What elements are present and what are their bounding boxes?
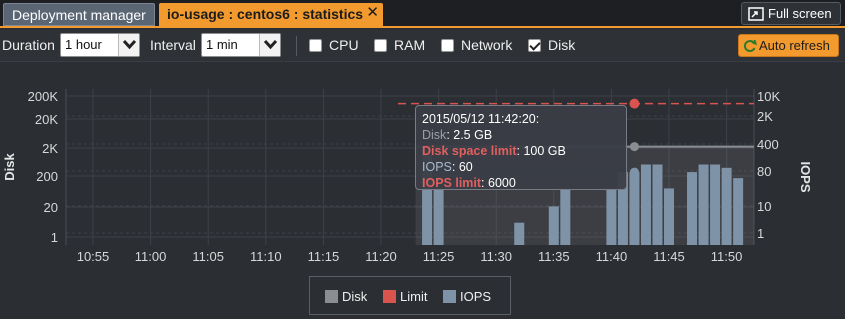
x-tick-label: 11:40 (596, 249, 628, 264)
x-tick-label: 11:15 (308, 249, 340, 264)
fullscreen-icon (748, 7, 764, 21)
x-tick-label: 11:35 (538, 249, 570, 264)
iops-bar (664, 188, 674, 245)
tab-deployment-manager[interactable]: Deployment manager (3, 3, 155, 26)
refresh-icon (744, 39, 757, 52)
right-tick-label: 10 (757, 199, 771, 214)
left-axis-title: Disk (2, 153, 17, 181)
toolbar-divider (296, 36, 297, 56)
statistics-chart: 10:55 11:00 11:05 11:10 11:15 11:20 11:25 11:30… (0, 63, 845, 319)
disk-checkbox[interactable] (528, 39, 541, 52)
iops-bar (733, 178, 744, 245)
tab-bar: Deployment manager io-usage : centos6 : … (0, 0, 845, 28)
x-tick-label: 11:50 (711, 249, 743, 264)
tooltip-iops-limit-label: IOPS limit (422, 176, 482, 190)
right-tick-label: 2K (757, 109, 773, 124)
cpu-label[interactable]: CPU (329, 37, 359, 53)
x-tick-label: 11:30 (480, 249, 512, 264)
disk-label[interactable]: Disk (548, 37, 575, 53)
disk-hover-marker (629, 142, 639, 152)
tooltip-iops-limit-value: : 6000 (481, 176, 516, 190)
iops-bar (433, 188, 444, 245)
legend-label-limit[interactable]: Limit (400, 289, 427, 304)
left-tick-label: 20 (44, 200, 58, 215)
network-label[interactable]: Network (461, 37, 512, 53)
x-tick-label: 11:05 (192, 249, 224, 264)
network-checkbox[interactable] (441, 39, 454, 52)
tooltip-disk-limit-value: : 100 GB (516, 144, 566, 158)
interval-value: 1 min (206, 37, 238, 52)
iops-bar (721, 167, 732, 245)
duration-label: Duration (2, 37, 55, 53)
left-tick-label: 200 (36, 169, 58, 184)
tooltip-iops-value: : 60 (451, 160, 473, 174)
tooltip-disk-limit-label: Disk space limit (422, 144, 517, 158)
left-tick-label: 200K (28, 89, 59, 104)
iops-bar (710, 164, 721, 245)
duration-select[interactable]: 1 hour (60, 33, 140, 57)
tooltip-disk-value: : 2.5 GB (446, 128, 493, 142)
interval-label: Interval (150, 37, 196, 53)
full-screen-button[interactable]: Full screen (741, 2, 841, 25)
ram-label[interactable]: RAM (394, 37, 425, 53)
legend-swatch-disk[interactable] (325, 290, 338, 303)
tooltip-disk-label: Disk (422, 128, 447, 142)
legend-label-iops[interactable]: IOPS (460, 289, 491, 304)
iops-bar (514, 222, 525, 245)
iops-bar (548, 206, 559, 245)
interval-select[interactable]: 1 min (201, 33, 281, 57)
chart-tooltip: 2015/05/12 11:42:20: Disk: 2.5 GB Disk s… (415, 105, 627, 190)
chart-legend: Disk Limit IOPS (309, 276, 511, 315)
close-icon[interactable]: ✕ (366, 3, 379, 22)
x-tick-label: 11:00 (135, 249, 167, 264)
x-tick-label: 11:10 (250, 249, 282, 264)
chevron-down-icon[interactable] (259, 34, 280, 56)
x-tick-label: 11:20 (365, 249, 397, 264)
x-tick-label: 11:45 (653, 249, 685, 264)
legend-swatch-iops[interactable] (443, 290, 456, 303)
tooltip-timestamp: 2015/05/12 11:42:20: (422, 112, 540, 126)
iops-bar (640, 164, 651, 245)
limit-hover-marker (629, 98, 640, 109)
iops-bar (629, 172, 640, 245)
right-tick-label: 400 (757, 137, 779, 152)
right-axis-title: IOPS (798, 161, 813, 192)
iops-bar (687, 172, 698, 245)
right-tick-label: 10K (757, 89, 780, 104)
auto-refresh-label: Auto refresh (759, 38, 830, 53)
iops-hover-marker (629, 167, 639, 177)
duration-value: 1 hour (65, 37, 102, 52)
legend-label-disk[interactable]: Disk (342, 289, 367, 304)
iops-bar (606, 188, 617, 245)
iops-bar (698, 164, 709, 245)
tab-title: io-usage : centos6 : statistics (167, 6, 364, 22)
left-tick-label: 2K (42, 141, 58, 156)
right-tick-label: 80 (757, 164, 771, 179)
tooltip-iops-label: IOPS (422, 160, 452, 174)
x-tick-label: 10:55 (77, 249, 110, 264)
full-screen-label: Full screen (768, 6, 832, 21)
left-tick-label: 1 (51, 230, 58, 245)
chevron-down-icon[interactable] (118, 34, 139, 56)
auto-refresh-button[interactable]: Auto refresh (738, 34, 839, 57)
legend-swatch-limit[interactable] (383, 290, 396, 303)
tab-io-usage-statistics[interactable]: io-usage : centos6 : statistics ✕ (159, 3, 383, 26)
ram-checkbox[interactable] (374, 39, 387, 52)
right-tick-label: 1 (757, 226, 764, 241)
left-tick-label: 20K (35, 112, 58, 127)
iops-bar (560, 188, 571, 245)
iops-bar (652, 164, 663, 245)
toolbar: Duration 1 hour Interval 1 min CPU RAM N… (0, 30, 845, 62)
cpu-checkbox[interactable] (309, 39, 322, 52)
x-tick-label: 11:25 (423, 249, 455, 264)
